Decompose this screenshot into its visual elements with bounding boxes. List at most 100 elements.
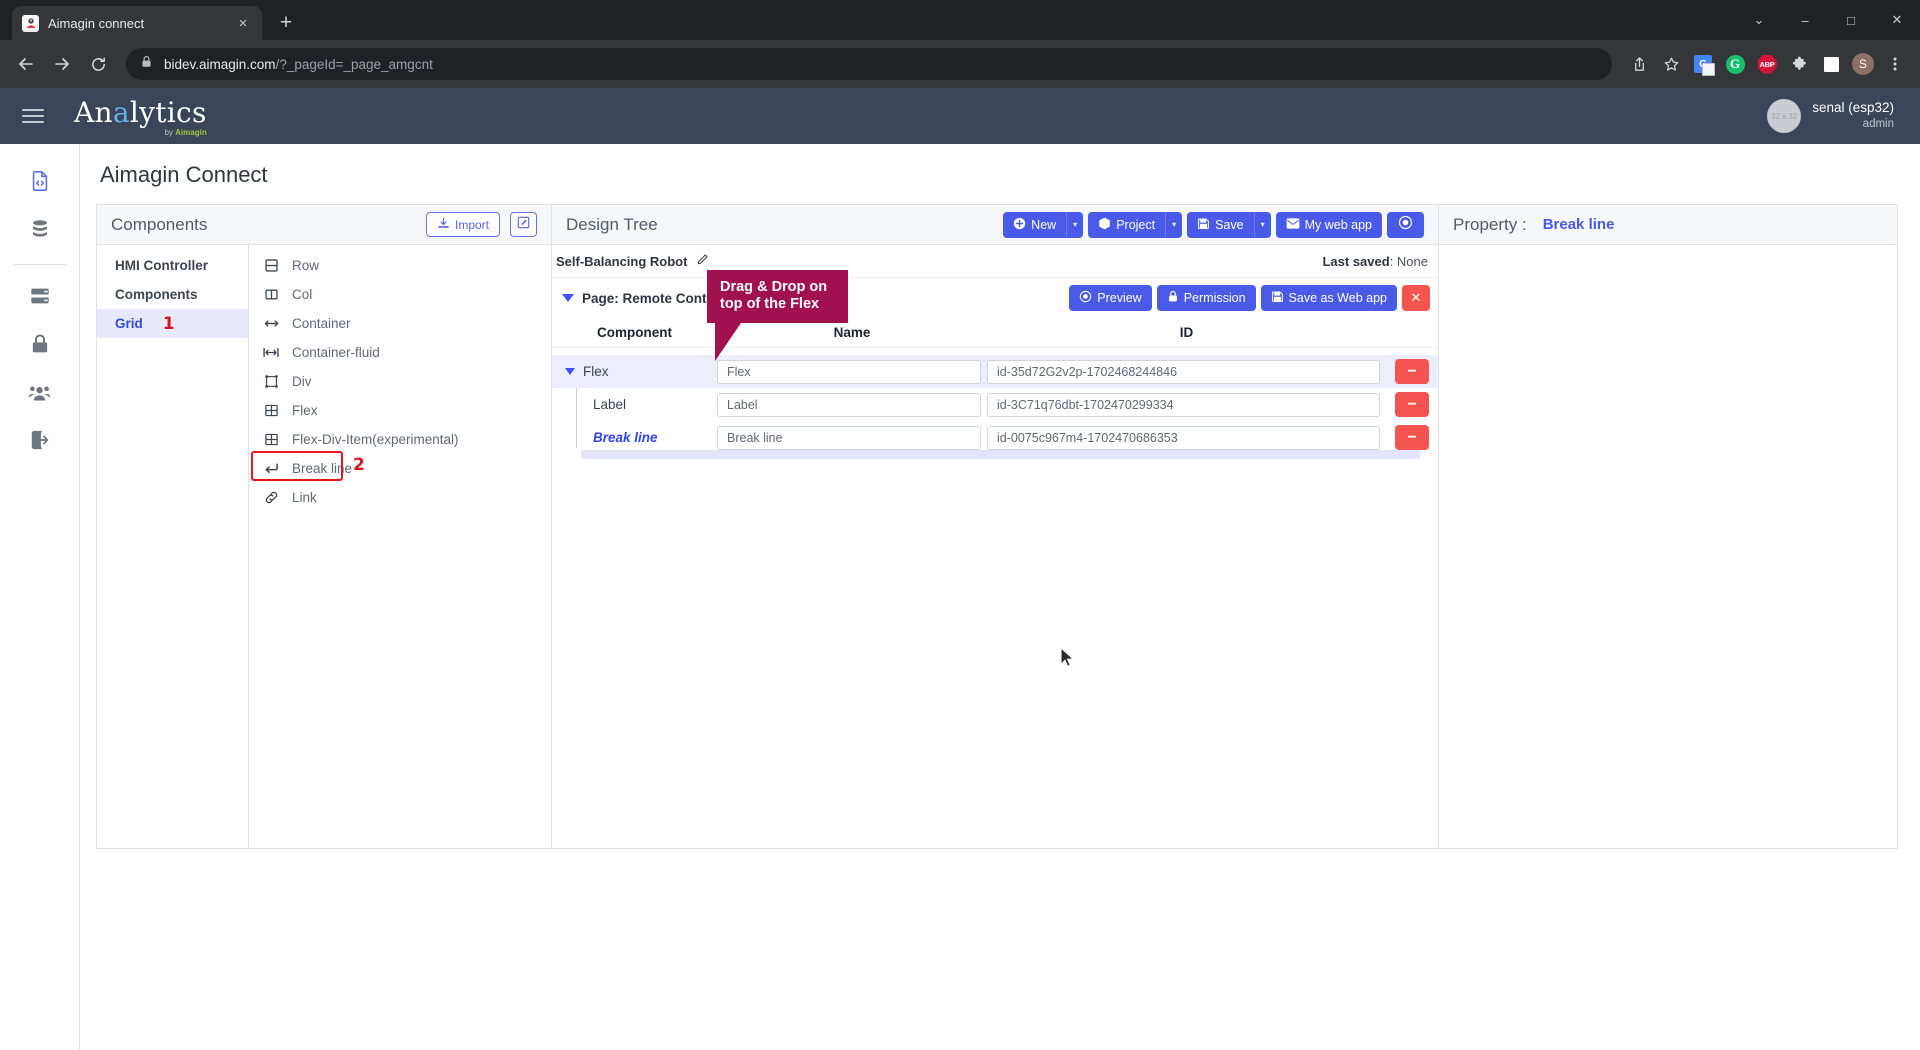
grammarly-icon[interactable]: G — [1720, 49, 1750, 79]
page-bar: Page: Remote Controller Drag & Drop on t… — [552, 270, 1438, 361]
id-input[interactable]: id-3C71q76dbt-1702470299334 — [987, 392, 1380, 417]
browser-toolbar: bidev.aimagin.com/?_pageId=_page_amgcnt … — [0, 40, 1920, 88]
page-collapse-icon[interactable] — [562, 294, 574, 302]
floppy-icon — [1271, 290, 1284, 306]
row-component-label: Label — [593, 397, 627, 412]
sidebar-item-database[interactable] — [17, 206, 63, 252]
user-info: senal (esp32) admin — [1812, 100, 1894, 131]
profile-avatar[interactable]: S — [1848, 49, 1878, 79]
address-bar[interactable]: bidev.aimagin.com/?_pageId=_page_amgcnt — [126, 48, 1612, 80]
main-content: Aimagin Connect Components Import HMI Co… — [80, 144, 1920, 1050]
preview-eye-button[interactable] — [1387, 211, 1424, 238]
share-icon[interactable] — [1624, 49, 1654, 79]
google-translate-icon[interactable]: G — [1688, 49, 1718, 79]
extensions-puzzle-icon[interactable] — [1784, 49, 1814, 79]
table-row[interactable]: Flex Flex id-35d72G2v2p-1702468244846 − — [552, 355, 1438, 388]
name-input[interactable]: Break line — [717, 425, 981, 450]
sidebar-item-logout[interactable] — [17, 417, 63, 463]
component-item-label: Div — [292, 374, 312, 389]
component-item-flex[interactable]: Flex — [249, 396, 551, 425]
tab-close-icon[interactable]: × — [234, 14, 252, 32]
remove-row-button[interactable]: − — [1395, 425, 1429, 450]
chrome-menu-icon[interactable] — [1880, 49, 1910, 79]
left-rail — [0, 144, 80, 1050]
project-dropdown-caret[interactable]: ▾ — [1165, 211, 1183, 238]
sidebar-item-server[interactable] — [17, 273, 63, 319]
column-header-id: ID — [1179, 325, 1194, 340]
component-item-link[interactable]: Link — [249, 483, 551, 512]
sidebar-item-lock[interactable] — [17, 321, 63, 367]
component-item-break-line[interactable]: 2 Break line — [249, 451, 551, 483]
window-close-button[interactable]: ✕ — [1874, 0, 1920, 40]
id-input[interactable]: id-0075c967m4-1702470686353 — [987, 425, 1380, 450]
components-split: HMI Controller Components Grid 1 Row Col… — [97, 245, 551, 848]
component-item-col[interactable]: Col — [249, 280, 551, 309]
remove-row-button[interactable]: − — [1395, 359, 1429, 384]
component-item-div[interactable]: Div — [249, 367, 551, 396]
div-box-icon — [263, 374, 279, 389]
remove-row-button[interactable]: − — [1395, 392, 1429, 417]
forward-icon[interactable] — [46, 48, 78, 80]
property-panel-body — [1439, 245, 1897, 848]
category-label: Grid — [115, 316, 143, 331]
close-page-button[interactable]: ✕ — [1402, 285, 1430, 311]
my-web-app-button[interactable]: My web app — [1275, 211, 1382, 238]
tab-search-chevron-icon[interactable]: ⌄ — [1736, 0, 1782, 40]
component-item-container-fluid[interactable]: Container-fluid — [249, 338, 551, 367]
name-input[interactable]: Label — [717, 392, 981, 417]
reload-icon[interactable] — [82, 48, 114, 80]
component-item-label: Link — [292, 490, 317, 505]
edit-components-button[interactable] — [510, 212, 537, 237]
project-info: Self-Balancing Robot — [556, 253, 709, 269]
sidebar-item-file-code[interactable] — [17, 158, 63, 204]
name-input[interactable]: Flex — [717, 359, 981, 384]
pencil-icon[interactable] — [696, 253, 709, 269]
project-button[interactable]: Project — [1088, 211, 1166, 238]
new-tab-button[interactable]: + — [271, 8, 301, 38]
user-menu[interactable]: 32 x 32 senal (esp32) admin — [1767, 99, 1902, 133]
component-item-container[interactable]: Container — [249, 309, 551, 338]
lock-icon — [1167, 290, 1179, 306]
component-item-flex-div-item[interactable]: Flex-Div-Item(experimental) — [249, 425, 551, 454]
row-actions-cell: − — [1386, 392, 1438, 417]
row-id-cell: id-0075c967m4-1702470686353 — [987, 425, 1386, 450]
sidebar-item-users[interactable] — [17, 369, 63, 415]
permission-button[interactable]: Permission — [1156, 285, 1256, 311]
row-name-cell: Flex — [717, 359, 987, 384]
app-logo: Analytics by Aimagin — [74, 99, 207, 138]
category-hmi-controller[interactable]: HMI Controller — [97, 251, 248, 280]
property-panel-header: Property : Break line — [1439, 205, 1897, 245]
bookmark-star-icon[interactable] — [1656, 49, 1686, 79]
save-button[interactable]: Save — [1187, 211, 1254, 238]
profile-initial: S — [1852, 53, 1874, 75]
tab-title: Aimagin connect — [48, 15, 145, 31]
new-button-label: New — [1031, 217, 1057, 232]
component-item-row[interactable]: Row — [249, 251, 551, 280]
download-icon — [437, 217, 450, 233]
preview-button[interactable]: Preview — [1069, 285, 1152, 311]
hamburger-menu-icon[interactable] — [18, 105, 48, 127]
category-components[interactable]: Components — [97, 280, 248, 309]
new-button[interactable]: New — [1003, 211, 1067, 238]
expand-collapse-icon[interactable] — [565, 368, 575, 375]
save-dropdown-caret[interactable]: ▾ — [1253, 211, 1271, 238]
adblock-plus-icon[interactable]: ABP — [1752, 49, 1782, 79]
save-button-group: Save ▾ — [1187, 211, 1271, 238]
import-button-label: Import — [454, 217, 489, 232]
save-as-web-app-button[interactable]: Save as Web app — [1260, 285, 1397, 311]
design-tree-title: Design Tree — [566, 214, 658, 234]
category-grid[interactable]: Grid 1 — [97, 309, 248, 338]
window-maximize-button[interactable]: □ — [1828, 0, 1874, 40]
import-button[interactable]: Import — [425, 212, 500, 237]
components-panel-title: Components — [111, 214, 208, 234]
id-input[interactable]: id-35d72G2v2p-1702468244846 — [987, 359, 1380, 384]
component-item-label: Container-fluid — [292, 345, 380, 360]
row-id-cell: id-35d72G2v2p-1702468244846 — [987, 359, 1386, 384]
new-dropdown-caret[interactable]: ▾ — [1066, 211, 1084, 238]
table-row[interactable]: Label Label id-3C71q76dbt-1702470299334 … — [552, 388, 1438, 421]
window-minimize-button[interactable]: – — [1782, 0, 1828, 40]
grammarly-glyph: G — [1725, 54, 1745, 74]
white-square-icon[interactable] — [1816, 49, 1846, 79]
back-icon[interactable] — [10, 48, 42, 80]
browser-tab[interactable]: Aimagin connect × — [12, 6, 262, 40]
